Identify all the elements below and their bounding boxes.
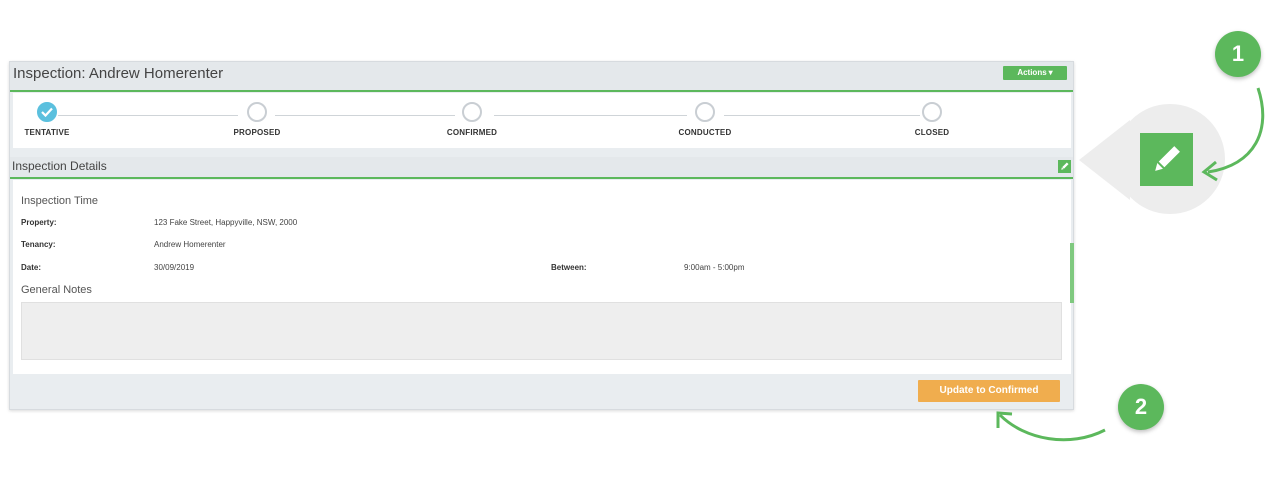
arrow-1 — [1207, 87, 1265, 174]
step-badge-1: 1 — [1215, 31, 1261, 77]
annotation-arrows — [996, 87, 1265, 442]
step-badge-2: 2 — [1118, 384, 1164, 430]
arrow-2 — [998, 413, 1106, 442]
